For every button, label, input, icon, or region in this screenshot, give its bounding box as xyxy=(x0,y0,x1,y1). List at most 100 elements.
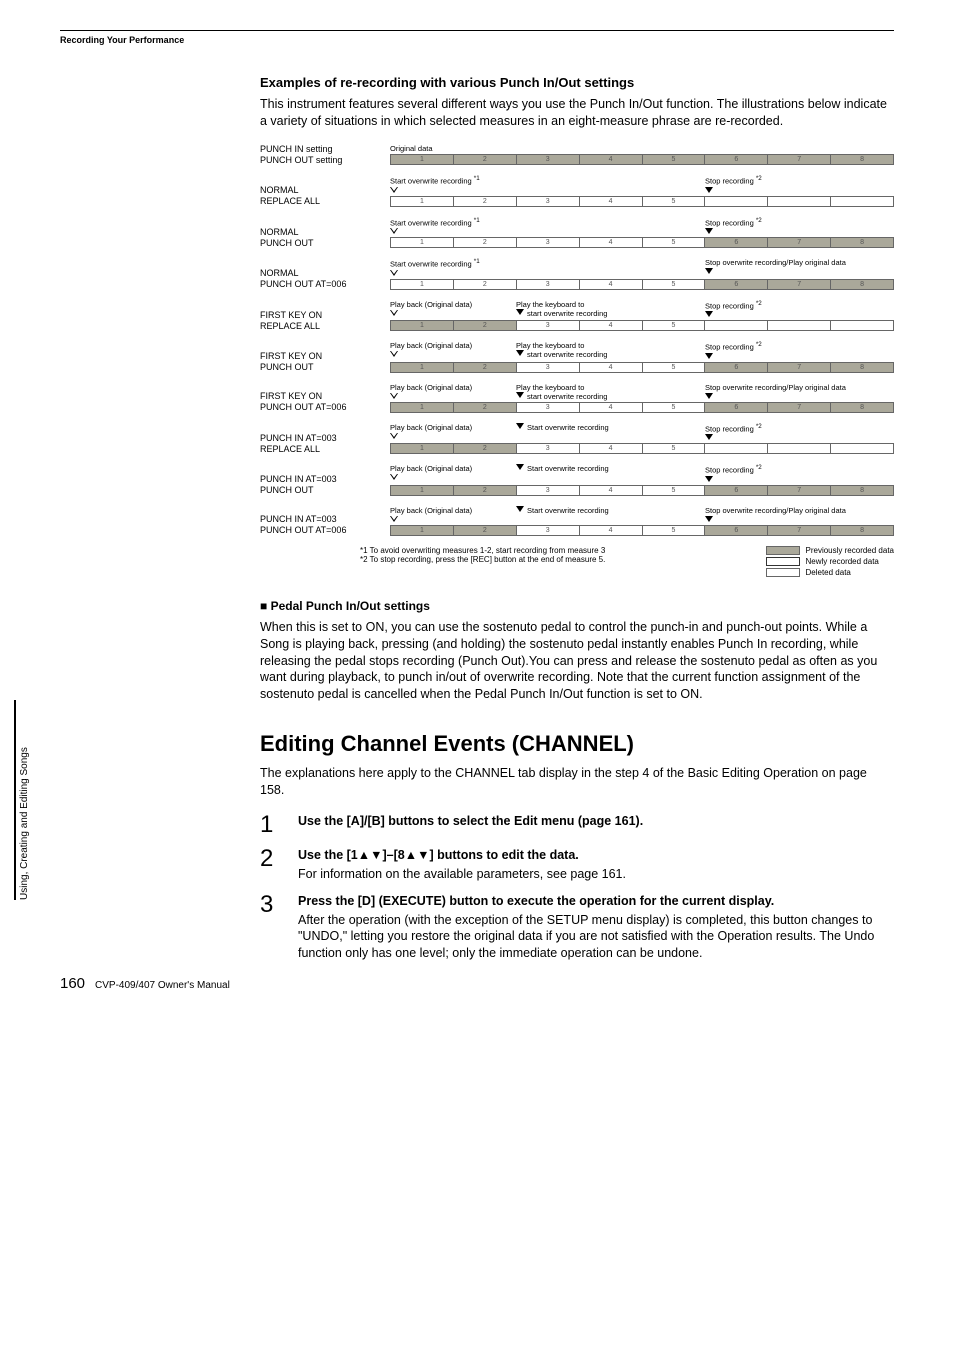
cap: Start overwrite recording xyxy=(390,177,472,186)
step3-title: Press the [D] (EXECUTE) button to execut… xyxy=(298,893,894,910)
r1-l2: REPLACE ALL xyxy=(260,196,320,206)
track-original: 12345678 xyxy=(390,154,894,165)
triangle-down-icon xyxy=(390,474,398,480)
r3-l2: PUNCH OUT AT=006 xyxy=(260,279,346,289)
triangle-down-icon xyxy=(705,476,713,482)
r3-l1: NORMAL xyxy=(260,268,299,278)
cap: Start overwrite recording xyxy=(527,464,609,473)
triangle-down-icon xyxy=(390,351,398,357)
triangle-down-icon xyxy=(390,516,398,522)
track-row4: 12345 xyxy=(390,320,894,331)
cap: Stop overwrite recording/Play original d… xyxy=(705,383,846,392)
cap: Play the keyboard to xyxy=(516,383,584,392)
footnote2: *2 To stop recording, press the [REC] bu… xyxy=(360,555,726,564)
channel-intro: The explanations here apply to the CHANN… xyxy=(260,765,894,799)
cap: Play back (Original data) xyxy=(390,341,472,350)
manual-name: CVP-409/407 Owner's Manual xyxy=(95,980,230,991)
sup: *1 xyxy=(474,217,480,224)
triangle-down-icon xyxy=(516,506,524,512)
sup: *2 xyxy=(756,423,762,430)
track-row2: 12345678 xyxy=(390,237,894,248)
track-row7: 12345 xyxy=(390,443,894,454)
triangle-down-icon xyxy=(705,268,713,274)
cap: Play back (Original data) xyxy=(390,383,472,392)
track-row3: 12345678 xyxy=(390,279,894,290)
r7-l1: PUNCH IN AT=003 xyxy=(260,433,337,443)
legend-new: Newly recorded data xyxy=(806,557,879,566)
triangle-down-icon xyxy=(390,393,398,399)
legend-del: Deleted data xyxy=(806,568,851,577)
triangle-down-icon xyxy=(390,187,398,193)
triangle-down-icon xyxy=(705,353,713,359)
triangle-down-icon xyxy=(390,270,398,276)
cap: start overwrite recording xyxy=(527,392,607,401)
step1-title: Use the [A]/[B] buttons to select the Ed… xyxy=(298,813,894,830)
cap: Play back (Original data) xyxy=(390,300,472,309)
intro-title: Examples of re-recording with various Pu… xyxy=(260,75,894,90)
r2-l1: NORMAL xyxy=(260,227,299,237)
cap: Stop overwrite recording/Play original d… xyxy=(705,506,846,515)
triangle-down-icon xyxy=(516,350,524,356)
legend-prev-swatch xyxy=(766,546,800,555)
cap: Stop recording xyxy=(705,466,754,475)
step2-num: 2 xyxy=(260,847,280,871)
page-number: 160 xyxy=(60,975,85,992)
side-tab-text: Using, Creating and Editing Songs xyxy=(19,747,30,900)
cap: Stop recording xyxy=(705,177,754,186)
r5-l2: PUNCH OUT xyxy=(260,362,314,372)
triangle-down-icon xyxy=(705,187,713,193)
track-row5: 12345678 xyxy=(390,362,894,373)
track-row8: 12345678 xyxy=(390,485,894,496)
triangle-down-icon xyxy=(390,310,398,316)
cap: Stop recording xyxy=(705,301,754,310)
r4-l2: REPLACE ALL xyxy=(260,321,320,331)
cap: Play back (Original data) xyxy=(390,423,472,432)
cap: Stop recording xyxy=(705,343,754,352)
r6-l2: PUNCH OUT AT=006 xyxy=(260,402,346,412)
cap: Start overwrite recording xyxy=(390,260,472,269)
sup: *2 xyxy=(756,341,762,348)
cap: start overwrite recording xyxy=(527,309,607,318)
side-tab: Using, Creating and Editing Songs xyxy=(14,700,34,900)
legend-new-swatch xyxy=(766,557,800,566)
sup: *1 xyxy=(474,175,480,182)
cap: Stop recording xyxy=(705,424,754,433)
triangle-down-icon xyxy=(390,228,398,234)
r9-l2: PUNCH OUT AT=006 xyxy=(260,525,346,535)
r5-l1: FIRST KEY ON xyxy=(260,351,322,361)
dia-col-label1: PUNCH IN setting xyxy=(260,144,333,154)
legend-prev: Previously recorded data xyxy=(806,546,895,555)
r6-l1: FIRST KEY ON xyxy=(260,391,322,401)
r9-l1: PUNCH IN AT=003 xyxy=(260,514,337,524)
triangle-down-icon xyxy=(390,433,398,439)
original-label: Original data xyxy=(390,144,433,153)
triangle-down-icon xyxy=(705,516,713,522)
dia-col-label2: PUNCH OUT setting xyxy=(260,155,342,165)
r8-l2: PUNCH OUT xyxy=(260,485,314,495)
triangle-down-icon xyxy=(705,434,713,440)
step2-title: Use the [1▲▼]–[8▲▼] buttons to edit the … xyxy=(298,847,894,864)
triangle-down-icon xyxy=(705,311,713,317)
cap: Stop overwrite recording/Play original d… xyxy=(705,258,846,267)
legend-del-swatch xyxy=(766,568,800,577)
triangle-down-icon xyxy=(516,309,524,315)
pedal-title: ■ Pedal Punch In/Out settings xyxy=(260,599,894,613)
cap: Play back (Original data) xyxy=(390,464,472,473)
r1-l1: NORMAL xyxy=(260,185,299,195)
track-row1: 12345 xyxy=(390,196,894,207)
intro-body: This instrument features several differe… xyxy=(260,96,894,130)
cap: Start overwrite recording xyxy=(390,218,472,227)
cap: start overwrite recording xyxy=(527,350,607,359)
cap: Play the keyboard to xyxy=(516,300,584,309)
step3-body: After the operation (with the exception … xyxy=(298,912,894,963)
sup: *2 xyxy=(756,175,762,182)
pedal-body: When this is set to ON, you can use the … xyxy=(260,619,894,703)
r4-l1: FIRST KEY ON xyxy=(260,310,322,320)
r2-l2: PUNCH OUT xyxy=(260,238,314,248)
track-row6: 12345678 xyxy=(390,402,894,413)
triangle-down-icon xyxy=(516,392,524,398)
r7-l2: REPLACE ALL xyxy=(260,444,320,454)
cap: Start overwrite recording xyxy=(527,423,609,432)
step1-num: 1 xyxy=(260,813,280,837)
triangle-down-icon xyxy=(705,228,713,234)
